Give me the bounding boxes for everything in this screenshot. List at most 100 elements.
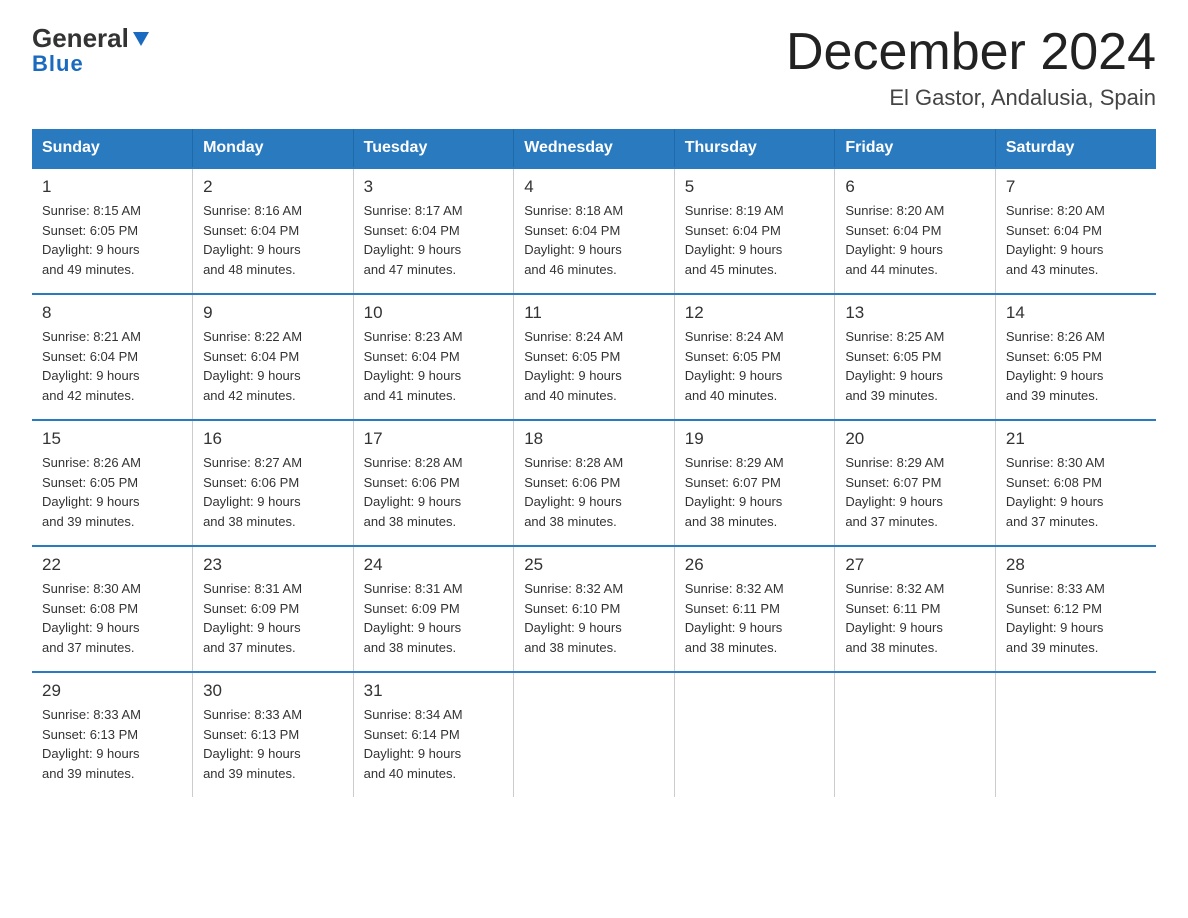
calendar-cell: 23 Sunrise: 8:31 AMSunset: 6:09 PMDayligh… (193, 546, 354, 672)
day-number: 18 (524, 429, 664, 449)
calendar-cell: 10 Sunrise: 8:23 AMSunset: 6:04 PMDayligh… (353, 294, 514, 420)
day-info: Sunrise: 8:29 AMSunset: 6:07 PMDaylight:… (845, 453, 985, 531)
day-number: 24 (364, 555, 504, 575)
day-info: Sunrise: 8:32 AMSunset: 6:11 PMDaylight:… (845, 579, 985, 657)
calendar-week-2: 8 Sunrise: 8:21 AMSunset: 6:04 PMDaylight… (32, 294, 1156, 420)
day-info: Sunrise: 8:30 AMSunset: 6:08 PMDaylight:… (42, 579, 182, 657)
day-number: 13 (845, 303, 985, 323)
header-thursday: Thursday (674, 129, 835, 168)
day-info: Sunrise: 8:15 AMSunset: 6:05 PMDaylight:… (42, 201, 182, 279)
day-info: Sunrise: 8:28 AMSunset: 6:06 PMDaylight:… (524, 453, 664, 531)
calendar-cell: 17 Sunrise: 8:28 AMSunset: 6:06 PMDayligh… (353, 420, 514, 546)
day-number: 20 (845, 429, 985, 449)
day-info: Sunrise: 8:23 AMSunset: 6:04 PMDaylight:… (364, 327, 504, 405)
day-info: Sunrise: 8:18 AMSunset: 6:04 PMDaylight:… (524, 201, 664, 279)
calendar-cell: 4 Sunrise: 8:18 AMSunset: 6:04 PMDaylight… (514, 168, 675, 294)
day-info: Sunrise: 8:27 AMSunset: 6:06 PMDaylight:… (203, 453, 343, 531)
day-number: 6 (845, 177, 985, 197)
day-info: Sunrise: 8:19 AMSunset: 6:04 PMDaylight:… (685, 201, 825, 279)
calendar-cell: 5 Sunrise: 8:19 AMSunset: 6:04 PMDaylight… (674, 168, 835, 294)
day-number: 30 (203, 681, 343, 701)
calendar-cell: 18 Sunrise: 8:28 AMSunset: 6:06 PMDayligh… (514, 420, 675, 546)
calendar-cell: 21Sunrise: 8:30 AMSunset: 6:08 PMDayligh… (995, 420, 1156, 546)
page-title: December 2024 (786, 24, 1156, 81)
calendar-cell: 14Sunrise: 8:26 AMSunset: 6:05 PMDayligh… (995, 294, 1156, 420)
calendar-cell: 20 Sunrise: 8:29 AMSunset: 6:07 PMDayligh… (835, 420, 996, 546)
day-info: Sunrise: 8:17 AMSunset: 6:04 PMDaylight:… (364, 201, 504, 279)
day-number: 23 (203, 555, 343, 575)
day-number: 17 (364, 429, 504, 449)
calendar-cell: 26 Sunrise: 8:32 AMSunset: 6:11 PMDayligh… (674, 546, 835, 672)
day-number: 14 (1006, 303, 1146, 323)
header-saturday: Saturday (995, 129, 1156, 168)
calendar-cell: 25 Sunrise: 8:32 AMSunset: 6:10 PMDayligh… (514, 546, 675, 672)
header-friday: Friday (835, 129, 996, 168)
day-info: Sunrise: 8:33 AMSunset: 6:13 PMDaylight:… (203, 705, 343, 783)
day-number: 22 (42, 555, 182, 575)
calendar-cell: 7 Sunrise: 8:20 AMSunset: 6:04 PMDaylight… (995, 168, 1156, 294)
calendar-cell: 27Sunrise: 8:32 AMSunset: 6:11 PMDayligh… (835, 546, 996, 672)
calendar-cell (514, 672, 675, 797)
day-info: Sunrise: 8:28 AMSunset: 6:06 PMDaylight:… (364, 453, 504, 531)
logo: General Blue (32, 24, 152, 77)
calendar-header-row: SundayMondayTuesdayWednesdayThursdayFrid… (32, 129, 1156, 168)
day-number: 12 (685, 303, 825, 323)
calendar-cell: 29 Sunrise: 8:33 AMSunset: 6:13 PMDayligh… (32, 672, 193, 797)
calendar-cell: 9Sunrise: 8:22 AMSunset: 6:04 PMDaylight… (193, 294, 354, 420)
day-number: 2 (203, 177, 343, 197)
day-number: 21 (1006, 429, 1146, 449)
calendar-week-5: 29 Sunrise: 8:33 AMSunset: 6:13 PMDayligh… (32, 672, 1156, 797)
day-info: Sunrise: 8:31 AMSunset: 6:09 PMDaylight:… (203, 579, 343, 657)
day-number: 4 (524, 177, 664, 197)
calendar-cell: 19 Sunrise: 8:29 AMSunset: 6:07 PMDayligh… (674, 420, 835, 546)
header-sunday: Sunday (32, 129, 193, 168)
day-info: Sunrise: 8:24 AMSunset: 6:05 PMDaylight:… (524, 327, 664, 405)
calendar-cell: 30 Sunrise: 8:33 AMSunset: 6:13 PMDayligh… (193, 672, 354, 797)
calendar-week-4: 22 Sunrise: 8:30 AMSunset: 6:08 PMDayligh… (32, 546, 1156, 672)
header-tuesday: Tuesday (353, 129, 514, 168)
day-number: 8 (42, 303, 182, 323)
day-number: 15 (42, 429, 182, 449)
logo-blue: Blue (32, 51, 84, 77)
day-info: Sunrise: 8:29 AMSunset: 6:07 PMDaylight:… (685, 453, 825, 531)
day-number: 3 (364, 177, 504, 197)
calendar-cell: 11Sunrise: 8:24 AMSunset: 6:05 PMDayligh… (514, 294, 675, 420)
day-info: Sunrise: 8:20 AMSunset: 6:04 PMDaylight:… (845, 201, 985, 279)
day-number: 25 (524, 555, 664, 575)
day-number: 28 (1006, 555, 1146, 575)
calendar-cell: 6 Sunrise: 8:20 AMSunset: 6:04 PMDaylight… (835, 168, 996, 294)
day-info: Sunrise: 8:25 AMSunset: 6:05 PMDaylight:… (845, 327, 985, 405)
calendar-cell: 1 Sunrise: 8:15 AMSunset: 6:05 PMDaylight… (32, 168, 193, 294)
day-info: Sunrise: 8:16 AMSunset: 6:04 PMDaylight:… (203, 201, 343, 279)
header-wednesday: Wednesday (514, 129, 675, 168)
day-number: 29 (42, 681, 182, 701)
title-block: December 2024 El Gastor, Andalusia, Spai… (786, 24, 1156, 111)
day-number: 31 (364, 681, 504, 701)
day-info: Sunrise: 8:32 AMSunset: 6:10 PMDaylight:… (524, 579, 664, 657)
calendar-table: SundayMondayTuesdayWednesdayThursdayFrid… (32, 129, 1156, 797)
day-info: Sunrise: 8:24 AMSunset: 6:05 PMDaylight:… (685, 327, 825, 405)
day-number: 9 (203, 303, 343, 323)
day-info: Sunrise: 8:20 AMSunset: 6:04 PMDaylight:… (1006, 201, 1146, 279)
day-info: Sunrise: 8:21 AMSunset: 6:04 PMDaylight:… (42, 327, 182, 405)
day-number: 7 (1006, 177, 1146, 197)
calendar-cell: 12 Sunrise: 8:24 AMSunset: 6:05 PMDayligh… (674, 294, 835, 420)
day-number: 1 (42, 177, 182, 197)
day-info: Sunrise: 8:32 AMSunset: 6:11 PMDaylight:… (685, 579, 825, 657)
calendar-cell: 22 Sunrise: 8:30 AMSunset: 6:08 PMDayligh… (32, 546, 193, 672)
day-info: Sunrise: 8:33 AMSunset: 6:13 PMDaylight:… (42, 705, 182, 783)
day-number: 10 (364, 303, 504, 323)
calendar-week-1: 1 Sunrise: 8:15 AMSunset: 6:05 PMDaylight… (32, 168, 1156, 294)
calendar-cell: 31Sunrise: 8:34 AMSunset: 6:14 PMDayligh… (353, 672, 514, 797)
day-info: Sunrise: 8:33 AMSunset: 6:12 PMDaylight:… (1006, 579, 1146, 657)
calendar-cell (995, 672, 1156, 797)
calendar-cell: 2 Sunrise: 8:16 AMSunset: 6:04 PMDaylight… (193, 168, 354, 294)
calendar-cell: 3 Sunrise: 8:17 AMSunset: 6:04 PMDaylight… (353, 168, 514, 294)
day-info: Sunrise: 8:31 AMSunset: 6:09 PMDaylight:… (364, 579, 504, 657)
day-number: 19 (685, 429, 825, 449)
day-number: 26 (685, 555, 825, 575)
page-subtitle: El Gastor, Andalusia, Spain (786, 85, 1156, 111)
calendar-week-3: 15Sunrise: 8:26 AMSunset: 6:05 PMDayligh… (32, 420, 1156, 546)
calendar-cell: 24 Sunrise: 8:31 AMSunset: 6:09 PMDayligh… (353, 546, 514, 672)
day-number: 5 (685, 177, 825, 197)
